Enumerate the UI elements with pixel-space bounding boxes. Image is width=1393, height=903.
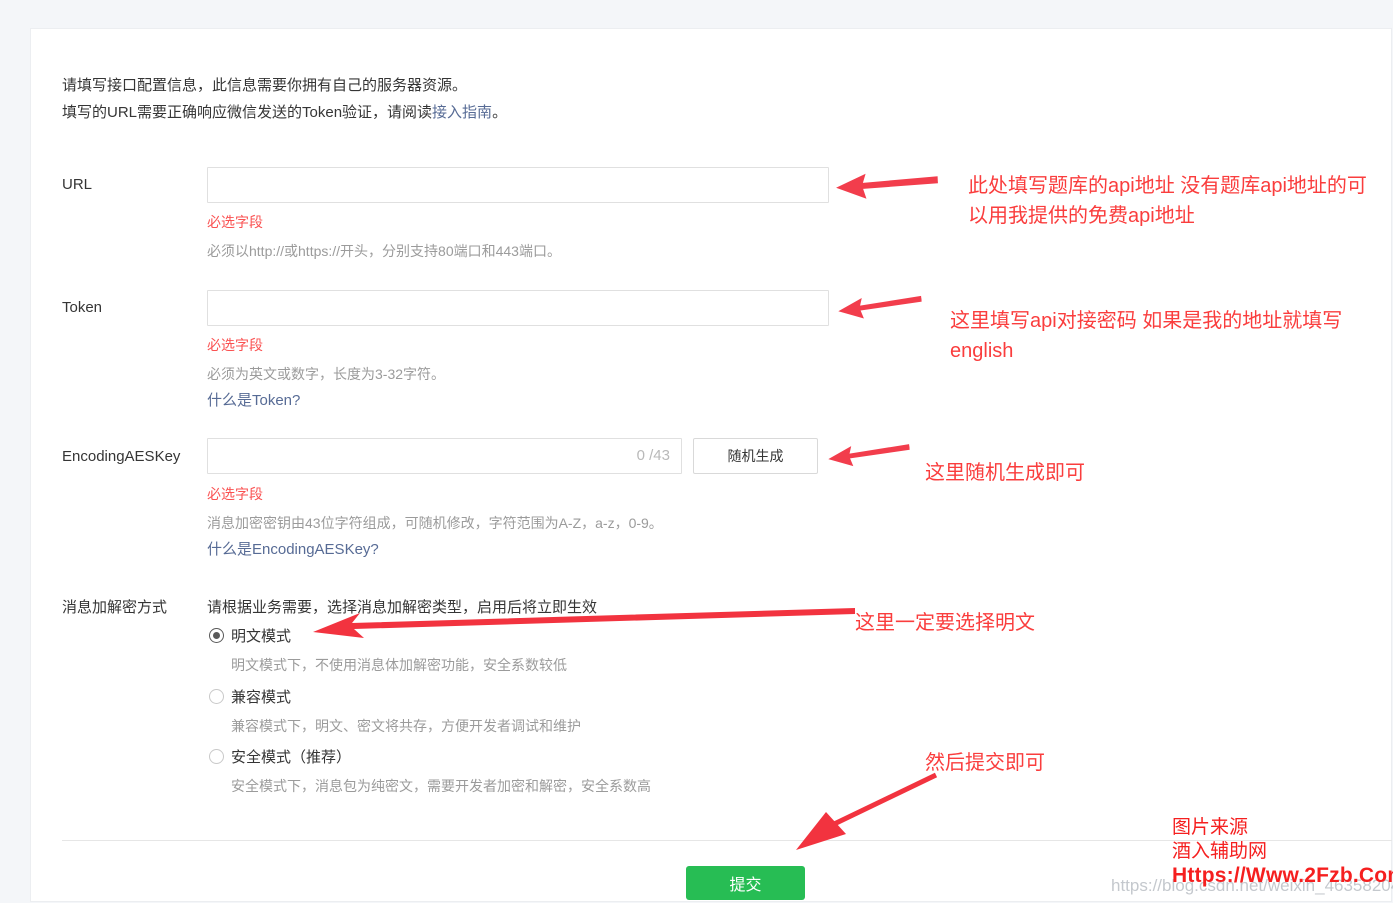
image-source-credit: 图片来源 酒入辅助网 Https://Www.2Fzb.Com bbox=[1172, 816, 1393, 888]
access-guide-link[interactable]: 接入指南 bbox=[432, 104, 492, 121]
source-site-url: Https://Www.2Fzb.Com bbox=[1172, 864, 1393, 888]
intro-line2: 填写的URL需要正确响应微信发送的Token验证，请阅读接入指南。 bbox=[62, 99, 507, 126]
radio-compat-mode[interactable]: 兼容模式 bbox=[209, 686, 291, 707]
radio-secure-mode[interactable]: 安全模式（推荐） bbox=[209, 746, 351, 767]
random-generate-button[interactable]: 随机生成 bbox=[693, 438, 818, 474]
radio-plaintext-label: 明文模式 bbox=[231, 625, 291, 646]
annotation-aeskey-note: 这里随机生成即可 bbox=[925, 458, 1085, 488]
annotation-url-note: 此处填写题库的api地址 没有题库api地址的可 以用我提供的免费api地址 bbox=[968, 171, 1367, 231]
radio-compat-label: 兼容模式 bbox=[231, 686, 291, 707]
what-is-aeskey-link[interactable]: 什么是EncodingAESKey? bbox=[207, 538, 379, 559]
what-is-token-link[interactable]: 什么是Token? bbox=[207, 389, 300, 410]
token-label: Token bbox=[62, 299, 102, 316]
plaintext-mode-desc: 明文模式下，不使用消息体加解密功能，安全系数较低 bbox=[231, 655, 567, 675]
annotation-submit-note: 然后提交即可 bbox=[925, 748, 1045, 778]
compat-mode-desc: 兼容模式下，明文、密文将共存，方便开发者调试和维护 bbox=[231, 716, 581, 736]
radio-selected-icon bbox=[209, 628, 224, 643]
intro-text: 请填写接口配置信息，此信息需要你拥有自己的服务器资源。 填写的URL需要正确响应… bbox=[62, 72, 507, 126]
aeskey-input-wrap: 0 /43 bbox=[207, 438, 682, 474]
aeskey-required: 必选字段 bbox=[207, 484, 263, 504]
annotation-mode-note: 这里一定要选择明文 bbox=[855, 608, 1035, 638]
token-required: 必选字段 bbox=[207, 335, 263, 355]
crypto-mode-label: 消息加解密方式 bbox=[62, 596, 167, 617]
aeskey-counter: 0 /43 bbox=[637, 447, 670, 464]
radio-plaintext-mode[interactable]: 明文模式 bbox=[209, 625, 291, 646]
aeskey-label: EncodingAESKey bbox=[62, 448, 180, 465]
submit-button[interactable]: 提交 bbox=[686, 866, 805, 900]
intro-line1: 请填写接口配置信息，此信息需要你拥有自己的服务器资源。 bbox=[62, 72, 507, 99]
arrow-left-mode-icon bbox=[313, 608, 855, 640]
radio-unselected-icon bbox=[209, 689, 224, 704]
aeskey-hint: 消息加密密钥由43位字符组成，可随机修改，字符范围为A-Z，a-z，0-9。 bbox=[207, 513, 663, 533]
radio-unselected-icon bbox=[209, 749, 224, 764]
arrow-left-url-icon bbox=[836, 169, 939, 201]
url-hint: 必须以http://或https://开头，分别支持80端口和443端口。 bbox=[207, 241, 561, 261]
aeskey-input[interactable] bbox=[207, 438, 682, 474]
token-hint: 必须为英文或数字，长度为3-32字符。 bbox=[207, 364, 445, 384]
url-required: 必选字段 bbox=[207, 212, 263, 232]
radio-secure-label: 安全模式（推荐） bbox=[231, 746, 351, 767]
token-input[interactable] bbox=[207, 290, 829, 326]
secure-mode-desc: 安全模式下，消息包为纯密文，需要开发者加密和解密，安全系数高 bbox=[231, 776, 651, 796]
url-label: URL bbox=[62, 176, 92, 193]
url-input[interactable] bbox=[207, 167, 829, 203]
arrow-down-submit-icon bbox=[788, 772, 940, 852]
annotation-token-note: 这里填写api对接密码 如果是我的地址就填写 english bbox=[950, 306, 1342, 366]
